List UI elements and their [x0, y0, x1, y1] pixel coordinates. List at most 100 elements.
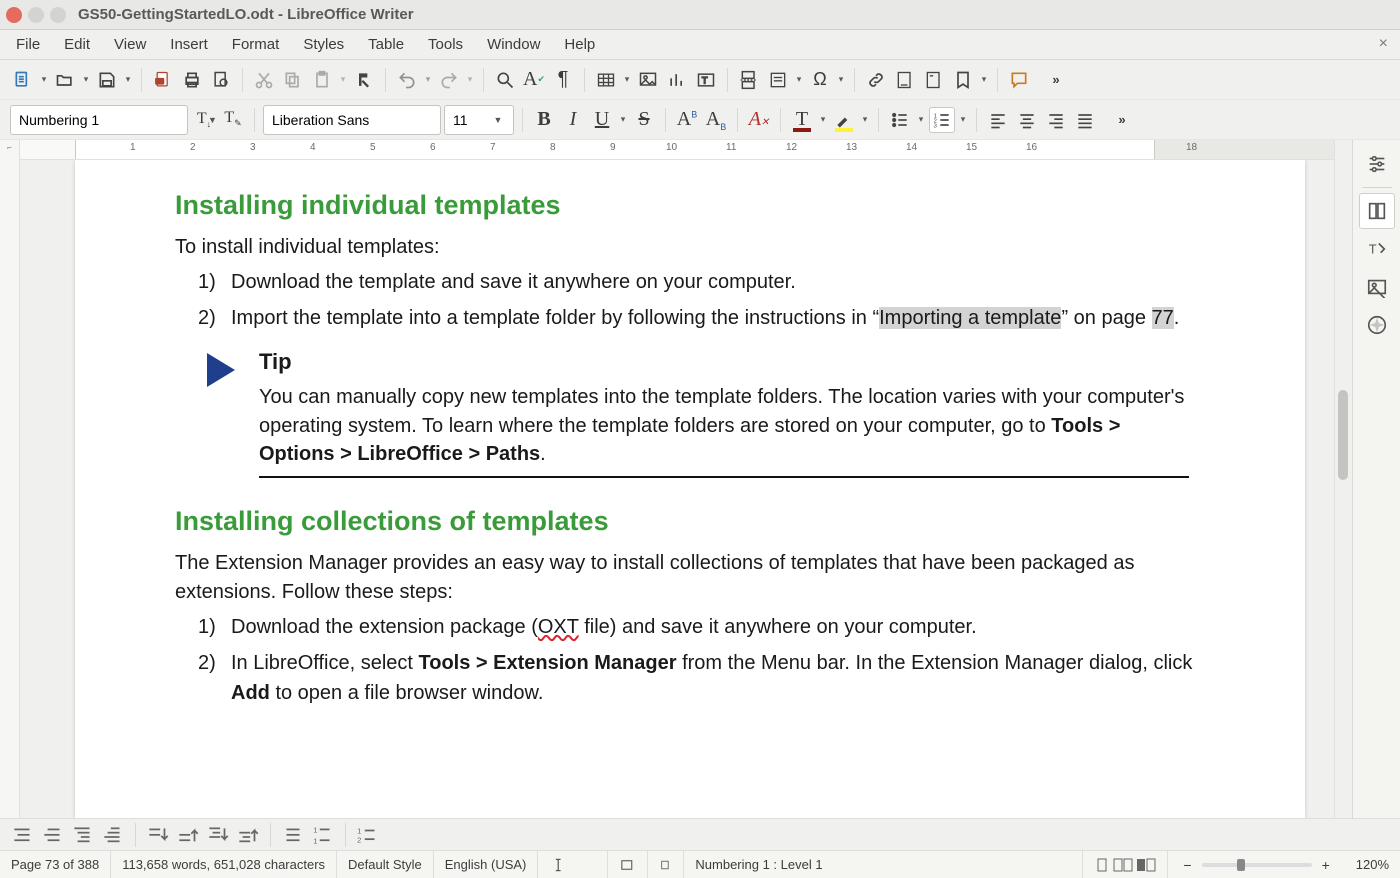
print-preview-button[interactable]: [208, 67, 234, 93]
update-style-button[interactable]: T↓: [191, 107, 217, 133]
align-center-button[interactable]: [1014, 107, 1040, 133]
comment-button[interactable]: [1006, 67, 1032, 93]
font-name-combo[interactable]: ▼: [263, 105, 441, 135]
status-page-style[interactable]: Default Style: [337, 851, 434, 878]
print-button[interactable]: [179, 67, 205, 93]
copy-button[interactable]: [280, 67, 306, 93]
undo-button[interactable]: [394, 67, 420, 93]
bookmark-button[interactable]: [950, 67, 976, 93]
restart-numbering-button[interactable]: 11: [310, 824, 336, 846]
promote-one-button[interactable]: [40, 824, 66, 846]
zoom-in-button[interactable]: +: [1318, 857, 1334, 873]
view-single-icon[interactable]: [1094, 857, 1110, 873]
sidebar-styles-button[interactable]: T: [1359, 231, 1395, 267]
bookmark-dropdown[interactable]: ▾: [979, 74, 989, 85]
new-dropdown[interactable]: ▾: [39, 74, 49, 85]
font-size-combo[interactable]: ▼: [444, 105, 514, 135]
insert-footnote-button[interactable]: [892, 67, 918, 93]
zoom-slider-knob[interactable]: [1237, 859, 1245, 871]
align-justify-button[interactable]: [1072, 107, 1098, 133]
menu-file[interactable]: File: [4, 33, 52, 56]
undo-dropdown[interactable]: ▾: [423, 74, 433, 85]
insert-field-button[interactable]: [765, 67, 791, 93]
bullet-list-dropdown[interactable]: ▾: [916, 114, 926, 125]
strikethrough-button[interactable]: S: [631, 107, 657, 133]
document-close-icon[interactable]: ×: [1379, 35, 1388, 53]
toolbar-more-icon[interactable]: »: [1043, 67, 1069, 93]
status-wordcount[interactable]: 113,658 words, 651,028 characters: [111, 851, 337, 878]
document-viewport[interactable]: Installing individual templates To insta…: [20, 160, 1334, 818]
align-left-button[interactable]: [985, 107, 1011, 133]
page-break-button[interactable]: [736, 67, 762, 93]
highlight-dropdown[interactable]: ▾: [860, 114, 870, 125]
paste-dropdown[interactable]: ▾: [338, 74, 348, 85]
window-maximize-button[interactable]: [50, 7, 66, 23]
insert-textbox-button[interactable]: T: [693, 67, 719, 93]
cross-reference-field[interactable]: 77: [1152, 307, 1174, 329]
no-number-button[interactable]: [280, 824, 306, 846]
highlight-button[interactable]: [831, 107, 857, 133]
insert-image-button[interactable]: [635, 67, 661, 93]
menu-format[interactable]: Format: [220, 33, 292, 56]
zoom-control[interactable]: − +: [1168, 851, 1344, 878]
menu-help[interactable]: Help: [552, 33, 607, 56]
sidebar-navigator-button[interactable]: [1359, 307, 1395, 343]
align-right-button[interactable]: [1043, 107, 1069, 133]
view-multi-icon[interactable]: [1113, 857, 1133, 873]
menu-window[interactable]: Window: [475, 33, 552, 56]
font-size-input[interactable]: [445, 106, 489, 134]
insert-endnote-button[interactable]: [921, 67, 947, 93]
status-zoom-value[interactable]: 120%: [1345, 851, 1400, 878]
sidebar-gallery-button[interactable]: [1359, 269, 1395, 305]
superscript-button[interactable]: AB: [674, 107, 700, 133]
window-minimize-button[interactable]: [28, 7, 44, 23]
new-style-button[interactable]: T✎: [220, 107, 246, 133]
demote-one-button[interactable]: [10, 824, 36, 846]
insert-table-button[interactable]: [593, 67, 619, 93]
status-outline[interactable]: Numbering 1 : Level 1: [684, 851, 1083, 878]
save-button[interactable]: [94, 67, 120, 93]
demote-sub-button[interactable]: [70, 824, 96, 846]
horizontal-ruler[interactable]: 1 2 3 4 5 6 7 8 9 10 11 12 13 14 15 16 1…: [20, 140, 1334, 160]
window-close-button[interactable]: [6, 7, 22, 23]
status-doc-modified[interactable]: [648, 851, 684, 878]
underline-dropdown[interactable]: ▾: [618, 114, 628, 125]
subscript-button[interactable]: AB: [703, 107, 729, 133]
open-button[interactable]: [52, 67, 78, 93]
paragraph-style-combo[interactable]: ▼: [10, 105, 188, 135]
numbered-list-button[interactable]: 123: [929, 107, 955, 133]
formatting-more-icon[interactable]: »: [1109, 107, 1135, 133]
font-name-input[interactable]: [264, 106, 461, 134]
paste-button[interactable]: [309, 67, 335, 93]
clear-formatting-button[interactable]: A✕: [746, 107, 772, 133]
move-up-button[interactable]: [175, 824, 201, 846]
promote-sub-button[interactable]: [100, 824, 126, 846]
hyperlink-button[interactable]: [863, 67, 889, 93]
zoom-out-button[interactable]: −: [1179, 857, 1195, 873]
chevron-down-icon[interactable]: ▼: [489, 115, 507, 125]
cut-button[interactable]: [251, 67, 277, 93]
insert-field-dropdown[interactable]: ▾: [794, 74, 804, 85]
view-book-icon[interactable]: [1136, 857, 1156, 873]
bullets-numbering-dialog-button[interactable]: 12: [355, 824, 381, 846]
menu-tools[interactable]: Tools: [416, 33, 475, 56]
save-dropdown[interactable]: ▾: [123, 74, 133, 85]
sidebar-properties-button[interactable]: [1359, 193, 1395, 229]
move-up-sub-button[interactable]: [235, 824, 261, 846]
menu-styles[interactable]: Styles: [291, 33, 356, 56]
clone-formatting-button[interactable]: [351, 67, 377, 93]
sidebar-settings-button[interactable]: [1359, 146, 1395, 182]
menu-table[interactable]: Table: [356, 33, 416, 56]
move-down-button[interactable]: [145, 824, 171, 846]
special-char-button[interactable]: Ω: [807, 67, 833, 93]
status-insert-mode[interactable]: [538, 851, 608, 878]
zoom-slider[interactable]: [1202, 863, 1312, 867]
italic-button[interactable]: I: [560, 107, 586, 133]
underline-button[interactable]: U: [589, 107, 615, 133]
new-button[interactable]: [10, 67, 36, 93]
move-down-sub-button[interactable]: [205, 824, 231, 846]
numbered-list-dropdown[interactable]: ▾: [958, 114, 968, 125]
open-dropdown[interactable]: ▾: [81, 74, 91, 85]
font-color-button[interactable]: T: [789, 107, 815, 133]
cross-reference-field[interactable]: Importing a template: [879, 307, 1061, 329]
